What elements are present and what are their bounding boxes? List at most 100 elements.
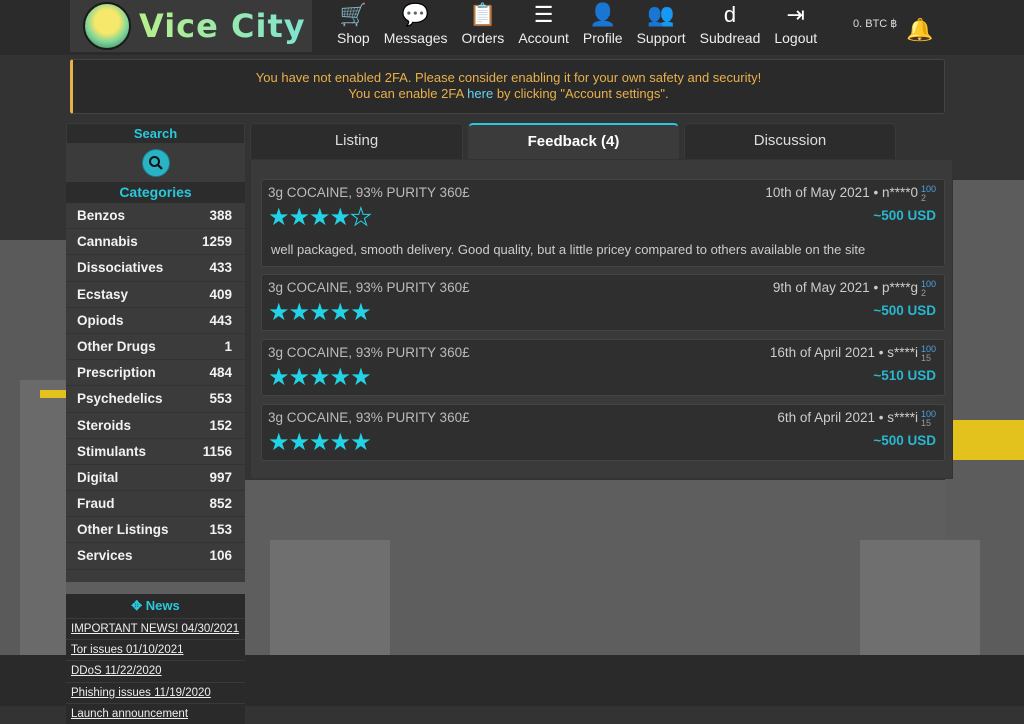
category-name: Benzos [77,208,126,223]
palm-tree-logo-icon [83,2,131,50]
shopping-cart-icon: 🛒 [339,2,368,27]
star-filled-icon: ★ [268,364,289,391]
feedback-date: 10th of May 2021 [765,185,870,200]
feedback-user[interactable]: n****0 [882,185,918,200]
feedback-panel: 3g COCAINE, 93% PURITY 360£ 10th of May 2… [250,159,953,479]
category-item[interactable]: Fraud 852 [66,491,245,518]
category-item[interactable]: Cannabis 1259 [66,229,245,256]
feedback-meta: 10th of May 2021 • n****0 100 2 [765,185,936,203]
news-link[interactable]: IMPORTANT NEWS! 04/30/2021 [66,617,245,639]
profile-icon: 👤 [589,2,617,27]
logo-text: Vice City [139,7,306,45]
feedback-price-usd: ~500 USD [873,208,936,223]
category-count: 409 [209,286,232,302]
category-count: 443 [209,312,232,328]
feedback-price-usd: ~500 USD [873,303,936,318]
category-item[interactable]: Dissociatives 433 [66,255,245,282]
main-nav: 🛒 Shop 💬 Messages 📋 Orders ☰ Account 👤 Profile 👥 Su… [330,0,824,46]
nav-subdread[interactable]: d Subdread [693,0,768,46]
category-item[interactable]: Psychedelics 553 [66,386,245,413]
nav-orders[interactable]: 📋 Orders [455,0,512,46]
star-filled-icon: ★ [309,364,330,391]
star-filled-icon: ★ [288,204,310,231]
account-menu-icon: ☰ [533,2,554,27]
news-link[interactable]: Phishing issues 11/19/2020 [66,681,245,703]
twofa-warning-alert: You have not enabled 2FA. Please conside… [70,59,945,114]
category-item[interactable]: Prescription 484 [66,360,245,387]
category-count: 106 [209,548,232,564]
category-item[interactable]: Services 106 [66,543,245,570]
category-name: Dissociatives [77,260,164,276]
category-name: Opiods [77,312,124,328]
category-list: Benzos 388 Cannabis 1259 Dissociatives 433 Ecs… [66,203,245,582]
category-item[interactable]: Ecstasy 409 [66,282,245,308]
star-filled-icon: ★ [309,429,330,456]
feedback-user[interactable]: s****i [887,345,918,360]
user-reputation: 100 2 [921,280,936,298]
subdread-icon: d [723,2,737,27]
search-button[interactable] [141,149,170,177]
news-link[interactable]: DDoS 11/22/2020 [66,660,245,681]
category-item[interactable]: Other Listings 153 [66,517,245,544]
nav-label: Messages [383,30,448,46]
star-filled-icon: ★ [288,299,310,326]
category-item[interactable]: Digital 997 [66,465,245,492]
category-item[interactable]: Stimulants 1156 [66,439,245,465]
nav-label: Shop [337,30,370,46]
news-heading: ✥ News [66,594,245,618]
messages-icon: 💬 [401,2,430,27]
feedback-meta: 6th of April 2021 • s****i 100 15 [777,410,936,428]
meta-separator: • [874,410,888,425]
feedback-date: 16th of April 2021 [769,345,875,360]
category-name: Steroids [77,417,132,433]
star-rating: ★★★★★ [268,429,372,456]
site-logo[interactable]: Vice City [70,0,312,52]
category-item[interactable]: Steroids 152 [66,413,245,439]
category-count: 1 [224,338,232,354]
reputation-level: 2 [920,288,926,298]
nav-logout[interactable]: ⇥ Logout [767,0,824,46]
news-title: News [145,597,180,613]
sidebar: Search Categories Benzos 388 Cannabis 1259 D… [66,123,245,724]
feedback-price-usd: ~510 USD [873,368,936,383]
meta-separator: • [869,280,882,295]
tab-listing[interactable]: Listing [250,123,463,159]
enable-2fa-link[interactable]: here [467,86,493,101]
category-item[interactable]: Other Drugs 1 [66,334,245,361]
nav-profile[interactable]: 👤 Profile [576,0,630,46]
category-name: Services [77,548,133,564]
reputation-level: 15 [920,353,931,363]
news-link[interactable]: Tor issues 01/10/2021 [66,638,245,660]
star-filled-icon: ★ [329,299,351,326]
news-panel: ✥ News IMPORTANT NEWS! 04/30/2021 Tor iss… [66,593,245,724]
tab-discussion[interactable]: Discussion [684,123,896,159]
logout-icon: ⇥ [786,2,805,27]
category-name: Ecstasy [77,286,129,302]
category-count: 553 [209,391,232,407]
category-name: Prescription [77,365,156,381]
star-empty-icon: ★ [350,204,372,231]
nav-messages[interactable]: 💬 Messages [377,0,455,46]
meta-separator: • [874,345,888,360]
star-filled-icon: ★ [350,429,371,456]
feedback-user[interactable]: p****g [882,280,918,295]
category-count: 433 [209,260,232,276]
nav-label: Account [518,30,569,46]
nav-shop[interactable]: 🛒 Shop [330,0,377,46]
notifications-bell-icon[interactable]: 🔔 [906,17,933,43]
wallet-balance: 0. BTC ฿ [853,18,898,30]
nav-label: Logout [774,30,818,46]
nav-support[interactable]: 👥 Support [630,0,693,46]
category-item[interactable]: Opiods 443 [66,308,245,334]
category-count: 852 [209,496,232,512]
feedback-listing-title: 3g COCAINE, 93% PURITY 360£ [268,345,470,360]
feedback-user[interactable]: s****i [887,410,918,425]
category-item[interactable]: Benzos 388 [66,203,245,230]
nav-label: Subdread [699,30,761,46]
tab-feedback[interactable]: Feedback (4) [468,123,679,162]
nav-account[interactable]: ☰ Account [511,0,576,46]
category-count: 1259 [201,234,232,250]
category-count: 1156 [202,443,232,459]
top-navigation-bar: Vice City 🛒 Shop 💬 Messages 📋 Orders ☰ Account 👤… [0,0,1024,55]
category-name: Stimulants [77,443,147,459]
